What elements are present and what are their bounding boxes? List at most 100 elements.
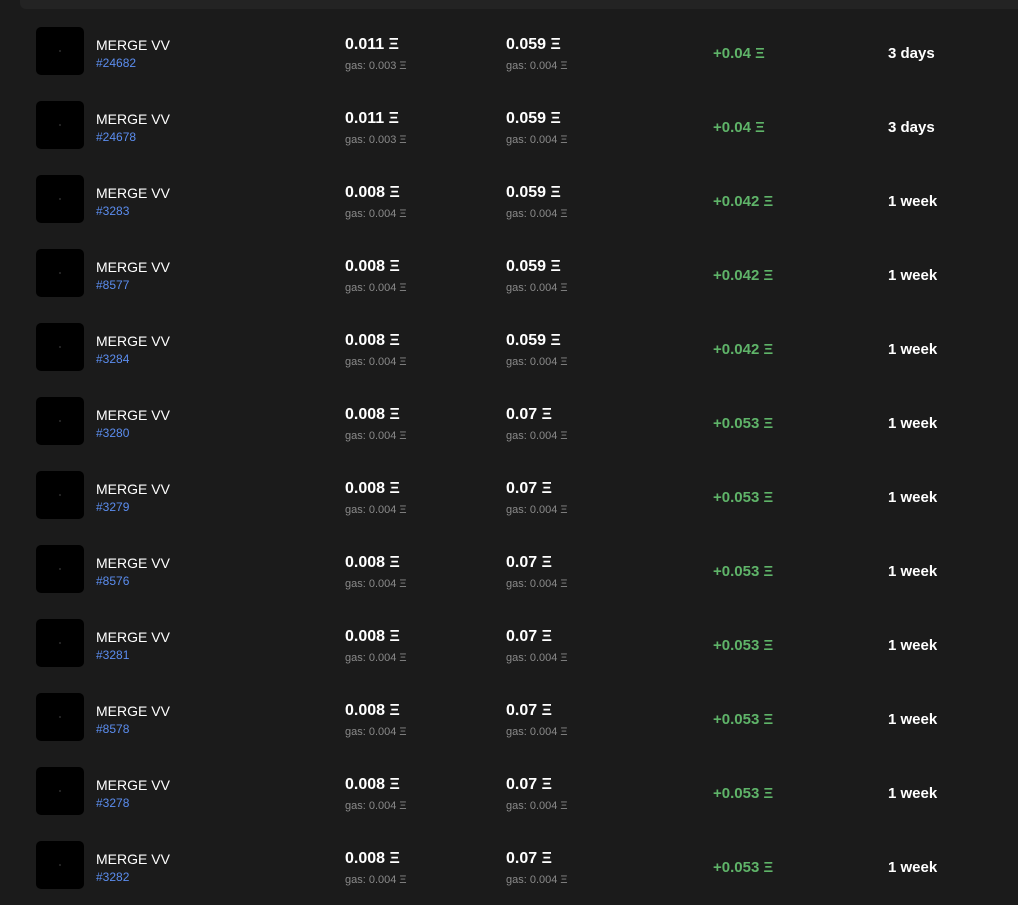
hold-time: 1 week bbox=[888, 859, 938, 876]
collection-name[interactable]: MERGE VV bbox=[96, 185, 170, 201]
sell-gas: gas: 0.004 Ξ bbox=[506, 800, 568, 812]
sell-price: 0.07 Ξ bbox=[506, 554, 552, 571]
buy-price: 0.008 Ξ bbox=[345, 776, 400, 793]
nft-thumbnail[interactable] bbox=[36, 693, 84, 741]
sell-gas: gas: 0.004 Ξ bbox=[506, 430, 568, 442]
nft-thumbnail[interactable] bbox=[36, 841, 84, 889]
buy-gas: gas: 0.004 Ξ bbox=[345, 726, 407, 738]
sell-gas: gas: 0.004 Ξ bbox=[506, 134, 568, 146]
nft-thumbnail[interactable] bbox=[36, 101, 84, 149]
profit-value: +0.053 Ξ bbox=[713, 415, 774, 432]
token-id-link[interactable]: #3280 bbox=[96, 426, 129, 440]
token-id-link[interactable]: #8577 bbox=[96, 278, 129, 292]
profit-value: +0.053 Ξ bbox=[713, 563, 774, 580]
thumbnail-pixel bbox=[59, 790, 61, 792]
profit-value: +0.053 Ξ bbox=[713, 489, 774, 506]
token-id-link[interactable]: #24678 bbox=[96, 130, 136, 144]
table-row[interactable]: MERGE VV #3283 0.008 Ξ gas: 0.004 Ξ 0.05… bbox=[0, 165, 1018, 239]
buy-gas: gas: 0.004 Ξ bbox=[345, 800, 407, 812]
profit-value: +0.04 Ξ bbox=[713, 119, 765, 136]
collection-name[interactable]: MERGE VV bbox=[96, 851, 170, 867]
hold-time: 1 week bbox=[888, 563, 938, 580]
collection-name[interactable]: MERGE VV bbox=[96, 111, 170, 127]
collection-name[interactable]: MERGE VV bbox=[96, 777, 170, 793]
table-row[interactable]: MERGE VV #3284 0.008 Ξ gas: 0.004 Ξ 0.05… bbox=[0, 313, 1018, 387]
token-id-link[interactable]: #3278 bbox=[96, 796, 129, 810]
collection-name[interactable]: MERGE VV bbox=[96, 481, 170, 497]
buy-gas: gas: 0.003 Ξ bbox=[345, 134, 407, 146]
thumbnail-pixel bbox=[59, 198, 61, 200]
collection-name[interactable]: MERGE VV bbox=[96, 407, 170, 423]
hold-time: 1 week bbox=[888, 267, 938, 284]
hold-time: 1 week bbox=[888, 193, 938, 210]
nft-thumbnail[interactable] bbox=[36, 545, 84, 593]
token-id-link[interactable]: #24682 bbox=[96, 56, 136, 70]
table-row[interactable]: MERGE VV #3280 0.008 Ξ gas: 0.004 Ξ 0.07… bbox=[0, 387, 1018, 461]
thumbnail-pixel bbox=[59, 50, 61, 52]
table-row[interactable]: MERGE VV #8578 0.008 Ξ gas: 0.004 Ξ 0.07… bbox=[0, 683, 1018, 757]
sell-price: 0.07 Ξ bbox=[506, 628, 552, 645]
collection-name[interactable]: MERGE VV bbox=[96, 629, 170, 645]
token-id-link[interactable]: #8576 bbox=[96, 574, 129, 588]
nft-thumbnail[interactable] bbox=[36, 175, 84, 223]
collection-name[interactable]: MERGE VV bbox=[96, 259, 170, 275]
sell-price: 0.07 Ξ bbox=[506, 850, 552, 867]
sell-gas: gas: 0.004 Ξ bbox=[506, 282, 568, 294]
buy-gas: gas: 0.004 Ξ bbox=[345, 208, 407, 220]
profit-value: +0.04 Ξ bbox=[713, 45, 765, 62]
collection-name[interactable]: MERGE VV bbox=[96, 703, 170, 719]
collection-name[interactable]: MERGE VV bbox=[96, 333, 170, 349]
thumbnail-pixel bbox=[59, 568, 61, 570]
nft-thumbnail[interactable] bbox=[36, 767, 84, 815]
sell-gas: gas: 0.004 Ξ bbox=[506, 504, 568, 516]
nft-thumbnail[interactable] bbox=[36, 397, 84, 445]
token-id-link[interactable]: #3279 bbox=[96, 500, 129, 514]
profit-value: +0.042 Ξ bbox=[713, 341, 774, 358]
table-row[interactable]: MERGE VV #3278 0.008 Ξ gas: 0.004 Ξ 0.07… bbox=[0, 757, 1018, 831]
token-id-link[interactable]: #3284 bbox=[96, 352, 129, 366]
nft-thumbnail[interactable] bbox=[36, 27, 84, 75]
sales-list: MERGE VV #24682 0.011 Ξ gas: 0.003 Ξ 0.0… bbox=[0, 17, 1018, 905]
hold-time: 1 week bbox=[888, 415, 938, 432]
table-row[interactable]: MERGE VV #24682 0.011 Ξ gas: 0.003 Ξ 0.0… bbox=[0, 17, 1018, 91]
profit-value: +0.053 Ξ bbox=[713, 637, 774, 654]
hold-time: 1 week bbox=[888, 785, 938, 802]
table-row[interactable]: MERGE VV #3282 0.008 Ξ gas: 0.004 Ξ 0.07… bbox=[0, 831, 1018, 905]
buy-gas: gas: 0.004 Ξ bbox=[345, 578, 407, 590]
token-id-link[interactable]: #3282 bbox=[96, 870, 129, 884]
buy-price: 0.008 Ξ bbox=[345, 554, 400, 571]
table-row[interactable]: MERGE VV #8576 0.008 Ξ gas: 0.004 Ξ 0.07… bbox=[0, 535, 1018, 609]
nft-thumbnail[interactable] bbox=[36, 619, 84, 667]
table-row[interactable]: MERGE VV #3279 0.008 Ξ gas: 0.004 Ξ 0.07… bbox=[0, 461, 1018, 535]
nft-thumbnail[interactable] bbox=[36, 323, 84, 371]
table-row[interactable]: MERGE VV #3281 0.008 Ξ gas: 0.004 Ξ 0.07… bbox=[0, 609, 1018, 683]
table-row[interactable]: MERGE VV #24678 0.011 Ξ gas: 0.003 Ξ 0.0… bbox=[0, 91, 1018, 165]
hold-time: 1 week bbox=[888, 711, 938, 728]
token-id-link[interactable]: #8578 bbox=[96, 722, 129, 736]
buy-gas: gas: 0.004 Ξ bbox=[345, 652, 407, 664]
sell-price: 0.059 Ξ bbox=[506, 110, 561, 127]
buy-price: 0.011 Ξ bbox=[345, 110, 399, 127]
thumbnail-pixel bbox=[59, 642, 61, 644]
collection-name[interactable]: MERGE VV bbox=[96, 37, 170, 53]
hold-time: 1 week bbox=[888, 489, 938, 506]
sell-price: 0.059 Ξ bbox=[506, 36, 561, 53]
sell-gas: gas: 0.004 Ξ bbox=[506, 208, 568, 220]
buy-price: 0.008 Ξ bbox=[345, 850, 400, 867]
buy-gas: gas: 0.004 Ξ bbox=[345, 282, 407, 294]
nft-thumbnail[interactable] bbox=[36, 471, 84, 519]
nft-thumbnail[interactable] bbox=[36, 249, 84, 297]
collection-name[interactable]: MERGE VV bbox=[96, 555, 170, 571]
buy-price: 0.011 Ξ bbox=[345, 36, 399, 53]
table-row[interactable]: MERGE VV #8577 0.008 Ξ gas: 0.004 Ξ 0.05… bbox=[0, 239, 1018, 313]
thumbnail-pixel bbox=[59, 864, 61, 866]
token-id-link[interactable]: #3283 bbox=[96, 204, 129, 218]
profit-value: +0.053 Ξ bbox=[713, 859, 774, 876]
buy-gas: gas: 0.003 Ξ bbox=[345, 60, 407, 72]
token-id-link[interactable]: #3281 bbox=[96, 648, 129, 662]
sell-price: 0.07 Ξ bbox=[506, 776, 552, 793]
buy-gas: gas: 0.004 Ξ bbox=[345, 356, 407, 368]
hold-time: 1 week bbox=[888, 341, 938, 358]
sell-price: 0.059 Ξ bbox=[506, 184, 561, 201]
profit-value: +0.053 Ξ bbox=[713, 711, 774, 728]
